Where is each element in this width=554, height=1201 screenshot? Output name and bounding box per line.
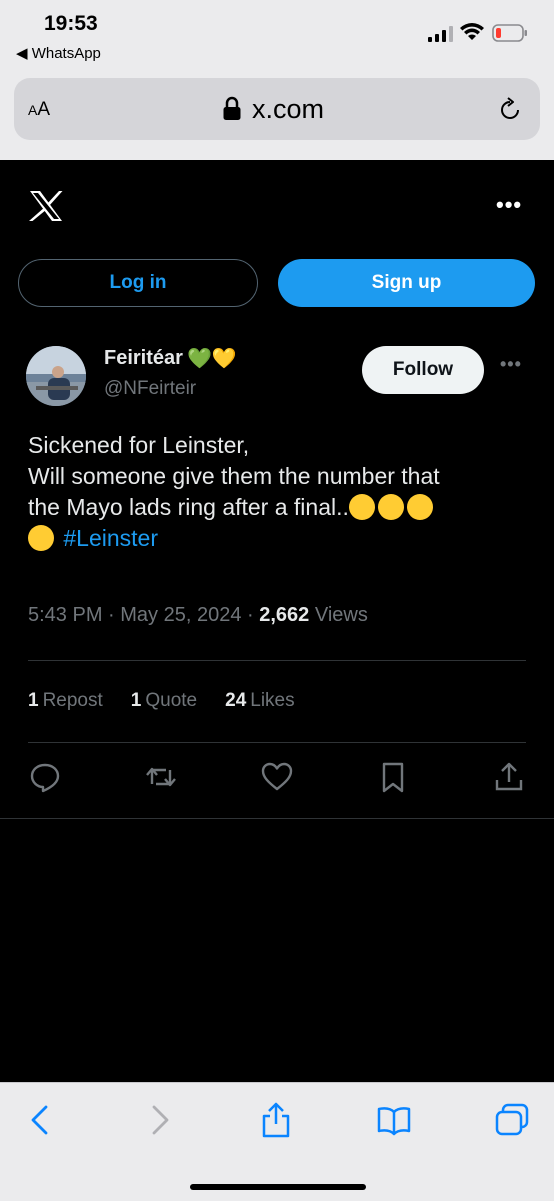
tweet-date[interactable]: May 25, 2024 (120, 604, 241, 626)
back-icon[interactable] (22, 1102, 58, 1138)
reposts-stat[interactable]: 1 Repost (28, 690, 103, 712)
quotes-stat[interactable]: 1 Quote (131, 690, 197, 712)
hashtag-link[interactable]: #Leinster (63, 525, 158, 551)
more-options-icon[interactable]: ••• (496, 192, 522, 218)
forward-icon[interactable] (142, 1102, 178, 1138)
reply-icon[interactable] (28, 760, 62, 794)
tweet-actions (28, 760, 526, 794)
battery-low-icon (492, 24, 527, 42)
author-handle[interactable]: @NFeirteir (104, 378, 196, 400)
heart-emojis: 💚💛 (186, 348, 237, 370)
engagement-stats: 1 Repost 1 Quote 24 Likes (28, 690, 295, 712)
reload-icon[interactable] (496, 96, 524, 124)
back-to-app-link[interactable]: ◀ WhatsApp (16, 44, 101, 62)
author-name-text: Feiritéar (104, 347, 183, 369)
bookmark-icon[interactable] (376, 760, 410, 794)
rofl-emoji-icon (406, 494, 433, 520)
likes-stat[interactable]: 24 Likes (225, 690, 295, 712)
tweet-time[interactable]: 5:43 PM (28, 604, 102, 626)
cellular-signal-icon (428, 26, 453, 42)
tweet-line-3: the Mayo lads ring after a final.. (28, 494, 349, 520)
text-size-button[interactable]: AA (28, 99, 50, 121)
tweet-line-3-wrap: the Mayo lads ring after a final.. (28, 492, 538, 523)
repost-icon[interactable] (144, 760, 178, 794)
tweet-meta: 5:43 PM · May 25, 2024 · 2,662 Views (28, 604, 368, 626)
views-label: Views (314, 604, 368, 626)
url-text[interactable]: x.com (252, 94, 324, 125)
home-indicator (190, 1184, 366, 1190)
tweet-line-2: Will someone give them the number that (28, 463, 440, 489)
status-time: 19:53 (44, 12, 98, 35)
wink-emoji-icon (28, 525, 54, 551)
divider (28, 660, 526, 661)
avatar[interactable] (26, 346, 86, 406)
views-count: 2,662 (259, 604, 310, 626)
tabs-icon[interactable] (494, 1102, 530, 1138)
x-logo-icon[interactable] (28, 190, 64, 222)
signup-button[interactable]: Sign up (278, 259, 535, 307)
bookmarks-icon[interactable] (376, 1102, 412, 1138)
tweet-more-icon[interactable]: ••• (500, 354, 522, 375)
sweat-smile-emoji-icon (377, 494, 404, 520)
tweet-line-1: Sickened for Leinster, (28, 432, 250, 458)
share-icon[interactable] (492, 760, 526, 794)
tweet-text: Sickened for Leinster, Will someone give… (28, 430, 538, 554)
divider (28, 742, 526, 743)
halo-emoji-icon (348, 494, 375, 520)
tweet-line-4: #Leinster (28, 523, 538, 554)
like-icon[interactable] (260, 760, 294, 794)
lock-icon (223, 96, 241, 120)
follow-button[interactable]: Follow (362, 346, 484, 394)
share-sheet-icon[interactable] (258, 1102, 294, 1138)
wifi-icon (460, 23, 484, 40)
divider (0, 818, 554, 819)
author-name[interactable]: Feiritéar 💚💛 (104, 346, 237, 371)
login-button[interactable]: Log in (18, 259, 258, 307)
